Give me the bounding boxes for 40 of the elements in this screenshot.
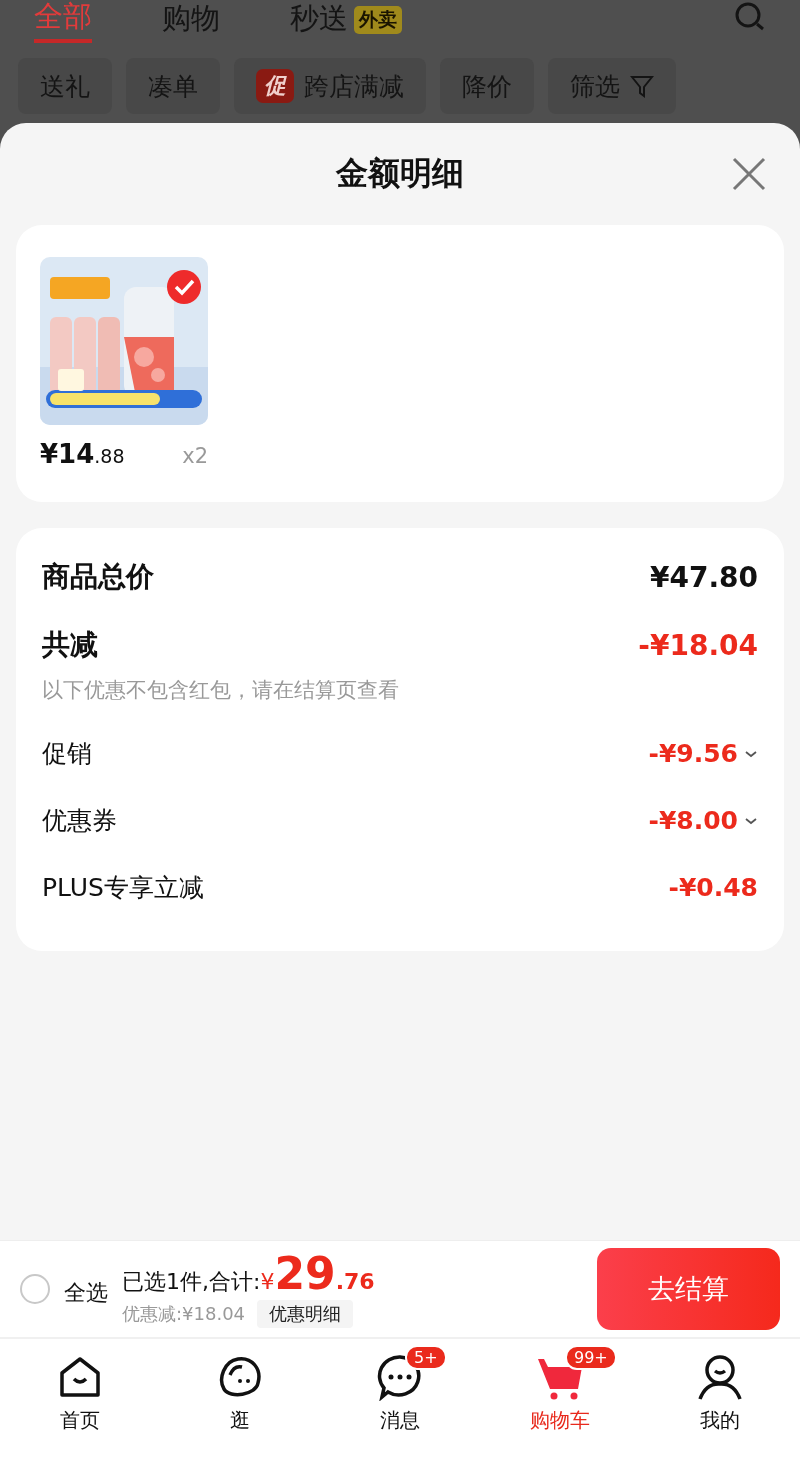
- savings-text: 优惠减:¥18.04: [122, 1302, 246, 1326]
- takeout-badge: 外卖: [354, 6, 402, 34]
- discount-item-value: -¥0.48: [668, 873, 758, 902]
- discount-item-label: PLUS专享立减: [42, 872, 204, 904]
- promo-tag: 促: [256, 69, 294, 103]
- sheet-title: 金额明细: [336, 153, 464, 194]
- check-icon[interactable]: [166, 269, 202, 305]
- discount-note: 以下优惠不包含红包，请在结算页查看: [42, 677, 400, 704]
- count-badge: 5+: [405, 1345, 447, 1370]
- product-price: ¥14.88: [40, 439, 125, 469]
- tab-bar-item[interactable]: 5+ 消息: [320, 1339, 480, 1481]
- total-label: 商品总价: [42, 559, 154, 595]
- category-tab[interactable]: 全部: [34, 0, 92, 43]
- discount-detail-button[interactable]: 优惠明细: [257, 1300, 354, 1328]
- count-badge: 99+: [565, 1345, 617, 1370]
- product-quantity: x2: [182, 444, 208, 468]
- discount-item-value: -¥9.56: [648, 739, 738, 768]
- search-icon[interactable]: [734, 1, 766, 33]
- discount-item-label: 优惠券: [42, 805, 117, 837]
- total-value: ¥47.80: [649, 560, 758, 594]
- discount-label: 共减: [42, 627, 98, 663]
- select-all-radio[interactable]: [20, 1274, 50, 1304]
- tab-bar-item[interactable]: 99+ 购物车: [480, 1339, 640, 1481]
- discount-value: -¥18.04: [638, 628, 758, 662]
- select-all-label: 全选: [64, 1279, 108, 1307]
- selected-count-text: 已选1件,合计:: [122, 1268, 261, 1296]
- discount-item-label: 促销: [42, 738, 92, 770]
- tab-bar-item[interactable]: 我的: [640, 1339, 800, 1481]
- category-tab[interactable]: 秒送: [290, 1, 348, 41]
- chevron-down-icon[interactable]: [744, 748, 758, 759]
- tab-bar-item[interactable]: 逛: [160, 1339, 320, 1481]
- total-amount: ¥29.76: [260, 1250, 375, 1298]
- funnel-icon: [630, 74, 654, 98]
- checkout-button[interactable]: 去结算: [597, 1248, 780, 1330]
- close-button[interactable]: [732, 157, 766, 191]
- category-tab[interactable]: 购物: [162, 1, 220, 41]
- discount-item-value: -¥8.00: [648, 806, 738, 835]
- tab-bar-item[interactable]: 首页: [0, 1339, 160, 1481]
- profile-icon: [696, 1353, 744, 1401]
- chevron-down-icon[interactable]: [744, 815, 758, 826]
